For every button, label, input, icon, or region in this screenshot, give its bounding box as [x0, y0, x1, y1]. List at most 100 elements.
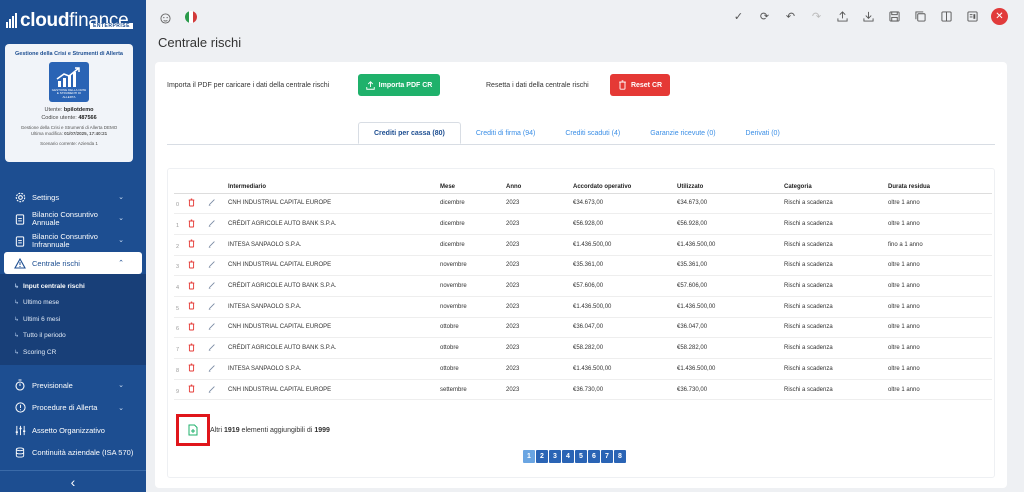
cell-mese: novembre — [440, 275, 506, 297]
sidebar-item-assetto[interactable]: Assetto Organizzativo — [0, 419, 146, 442]
column-header[interactable]: Utilizzato — [677, 181, 784, 194]
sidebar-subitem-input[interactable]: ↳ Input centrale rischi — [0, 278, 146, 295]
cell-utilizzato: €56.928,00 — [677, 213, 784, 235]
sidebar-subitem-label: Tutto il periodo — [23, 332, 66, 340]
delete-row-icon[interactable] — [188, 343, 195, 354]
page-button[interactable]: 1 — [523, 450, 535, 463]
tab-crediti-per-cassa[interactable]: Crediti per cassa (80) — [358, 122, 461, 144]
edit-row-icon[interactable] — [208, 303, 216, 312]
emoji-face-icon[interactable] — [158, 11, 173, 26]
upload-icon[interactable] — [835, 9, 850, 24]
cell-utilizzato: €34.673,00 — [677, 193, 784, 215]
sidebar-item-continuita[interactable]: Continuità aziendale (ISA 570) — [0, 442, 146, 465]
sidebar-subitem-ultimi-6-mesi[interactable]: ↳ Ultimi 6 mesi — [0, 311, 146, 328]
cell-durata: oltre 1 anno — [888, 379, 992, 401]
tab-crediti-di-firma[interactable]: Crediti di firma (94) — [461, 122, 551, 144]
save-icon[interactable] — [887, 9, 902, 24]
reset-cr-button[interactable]: Reset CR — [610, 74, 670, 96]
delete-row-icon[interactable] — [188, 219, 195, 230]
sidebar-subitem-scoring-cr[interactable]: ↳ Scoring CR — [0, 344, 146, 361]
sidebar-item-bilancio-annuale[interactable]: Bilancio Consuntivo Annuale ⌄ — [0, 208, 146, 230]
edit-row-icon[interactable] — [208, 241, 216, 250]
tab-garanzie-ricevute[interactable]: Garanzie ricevute (0) — [635, 122, 730, 144]
edit-row-icon[interactable] — [208, 385, 216, 395]
cell-categoria: Rischi a scadenza — [784, 379, 888, 401]
cell-accordato: €57.606,00 — [573, 275, 677, 297]
sidebar-item-bilancio-infrannuale[interactable]: Bilancio Consuntivo Infrannuale ⌄ — [0, 230, 146, 252]
topbar: ✓ ⟳ ↶ ↷ ✕ — [146, 0, 1024, 34]
delete-row-icon[interactable] — [188, 301, 195, 312]
copy-icon[interactable] — [913, 9, 928, 24]
modified-value: 01/07/2025, 17:40:21 — [64, 131, 108, 136]
edit-row-icon[interactable] — [208, 220, 216, 229]
app-logo[interactable]: cloudfinance ENTERPRISE — [0, 0, 146, 40]
sidebar: cloudfinance ENTERPRISE Gestione della C… — [0, 0, 146, 492]
add-file-icon[interactable] — [188, 424, 198, 436]
edit-row-icon[interactable] — [208, 261, 216, 270]
delete-row-icon[interactable] — [188, 363, 195, 374]
sidebar-item-procedure-allerta[interactable]: Procedure di Allerta ⌄ — [0, 397, 146, 420]
page-button[interactable]: 2 — [536, 450, 548, 463]
column-header[interactable]: Categoria — [784, 181, 888, 194]
column-header[interactable]: Intermediario — [228, 181, 440, 194]
table-row: 4 CRÉDIT AGRICOLE AUTO BANK S.P.A. novembr… — [174, 275, 992, 297]
columns-icon[interactable] — [939, 9, 954, 24]
page-button[interactable]: 7 — [601, 450, 613, 463]
cell-anno: 2023 — [506, 358, 573, 380]
row-index: 0 — [174, 193, 188, 215]
download-icon[interactable] — [861, 9, 876, 24]
scenario-text: Scenario corrente: Azienda 1 — [40, 141, 98, 146]
undo-icon[interactable]: ↶ — [783, 9, 798, 24]
delete-row-icon[interactable] — [188, 322, 195, 333]
page-button[interactable]: 6 — [588, 450, 600, 463]
sidebar-subitem-ultimo-mese[interactable]: ↳ Ultimo mese — [0, 295, 146, 312]
italy-flag-icon[interactable] — [185, 11, 197, 23]
tab-derivati[interactable]: Derivati (0) — [731, 122, 795, 144]
alert-circle-icon — [14, 402, 26, 414]
user-value: bpilotdemo — [63, 107, 94, 113]
sidebar-item-centrale-rischi[interactable]: Centrale rischi ⌃ — [4, 252, 142, 274]
edit-row-icon[interactable] — [208, 344, 216, 353]
column-header[interactable]: Mese — [440, 181, 506, 194]
collapse-sidebar-button[interactable]: ‹ — [0, 470, 146, 492]
sidebar-item-settings[interactable]: Settings ⌄ — [0, 186, 146, 208]
column-header[interactable]: Anno — [506, 181, 573, 194]
check-icon[interactable]: ✓ — [731, 9, 746, 24]
chevron-left-icon: ‹ — [70, 473, 76, 490]
delete-row-icon[interactable] — [188, 260, 195, 271]
edit-row-icon[interactable] — [208, 323, 216, 332]
import-pdf-button[interactable]: Importa PDF CR — [358, 74, 440, 96]
redo-icon[interactable]: ↷ — [809, 9, 824, 24]
database-icon — [14, 447, 26, 459]
user-code-label: Codice utente: — [41, 115, 77, 121]
page-button[interactable]: 3 — [549, 450, 561, 463]
cell-mese: ottobre — [440, 317, 506, 339]
refresh-icon[interactable]: ⟳ — [757, 9, 772, 24]
import-label: Importa il PDF per caricare i dati della… — [167, 81, 330, 89]
sidebar-subitem-label: Input centrale rischi — [23, 282, 85, 290]
column-header[interactable]: Accordato operativo — [573, 181, 677, 194]
delete-row-icon[interactable] — [188, 384, 195, 395]
row-index: 6 — [174, 317, 188, 339]
reset-cr-label: Reset CR — [630, 81, 663, 89]
delete-row-icon[interactable] — [188, 198, 195, 209]
edit-row-icon[interactable] — [208, 282, 216, 291]
edit-row-icon[interactable] — [208, 199, 216, 208]
tab-crediti-scaduti[interactable]: Crediti scaduti (4) — [550, 122, 635, 144]
cell-utilizzato: €36.047,00 — [677, 317, 784, 339]
sidebar-subitem-tutto-periodo[interactable]: ↳ Tutto il periodo — [0, 328, 146, 345]
delete-row-icon[interactable] — [188, 239, 195, 250]
sidebar-item-label: Settings — [32, 192, 60, 202]
gear-icon — [14, 191, 26, 203]
report-icon[interactable] — [965, 9, 980, 24]
delete-row-icon[interactable] — [188, 281, 195, 292]
close-icon[interactable]: ✕ — [991, 8, 1008, 25]
page-button[interactable]: 4 — [562, 450, 574, 463]
table-row: 9 CNH INDUSTRIAL CAPITAL EUROPE settembre 2… — [174, 379, 992, 401]
sidebar-item-previsionale[interactable]: Previsionale ⌄ — [0, 374, 146, 397]
page-button[interactable]: 8 — [614, 450, 626, 463]
main-panel: Importa il PDF per caricare i dati della… — [155, 62, 1007, 488]
page-button[interactable]: 5 — [575, 450, 587, 463]
column-header[interactable]: Durata residua — [888, 181, 992, 194]
edit-row-icon[interactable] — [208, 365, 216, 374]
